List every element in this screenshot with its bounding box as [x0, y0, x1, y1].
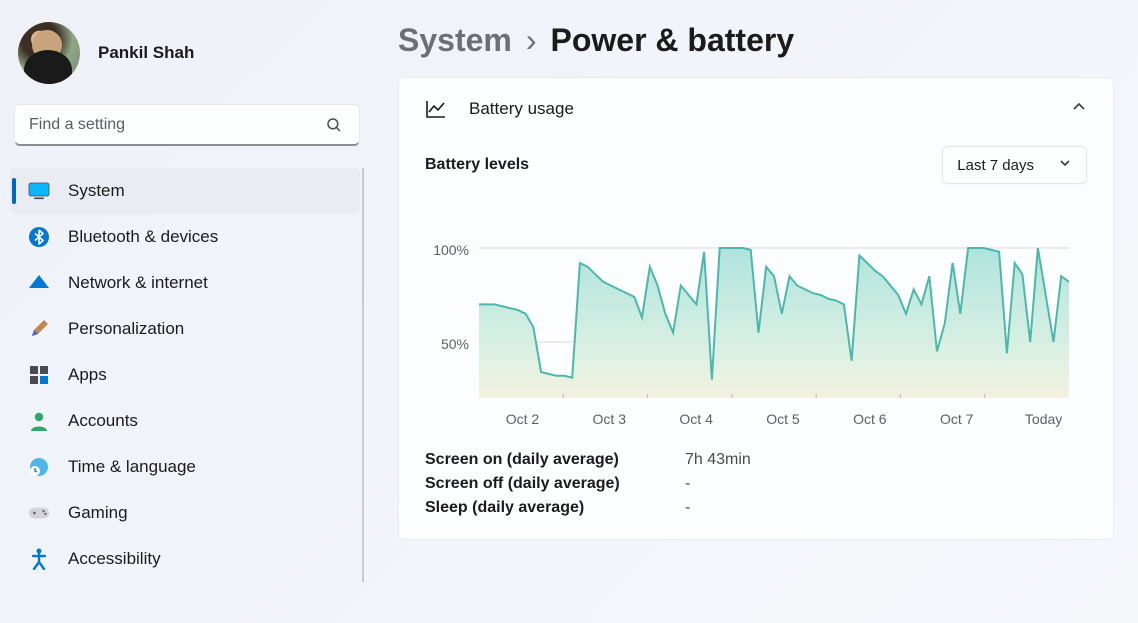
profile-name: Pankil Shah [98, 43, 194, 63]
battery-chart[interactable]: 100% 50% [425, 202, 1087, 403]
bluetooth-icon [28, 226, 50, 248]
x-tick: Oct 4 [653, 411, 740, 427]
line-chart-icon [425, 98, 447, 120]
sidebar-item-personalization[interactable]: Personalization [10, 306, 360, 352]
y-tick: 50% [441, 336, 469, 352]
sidebar-item-label: Gaming [68, 503, 128, 523]
sidebar-item-label: Accounts [68, 411, 138, 431]
x-tick: Oct 5 [740, 411, 827, 427]
sidebar-item-label: Personalization [68, 319, 184, 339]
time-range-select[interactable]: Last 7 days [942, 146, 1087, 184]
chart-plot [479, 202, 1069, 398]
search-icon [323, 114, 345, 136]
search-input[interactable] [29, 116, 323, 134]
sidebar-item-label: Apps [68, 365, 107, 385]
sidebar-item-label: Time & language [68, 457, 196, 477]
system-icon [28, 180, 50, 202]
apps-icon [28, 364, 50, 386]
sidebar-item-label: Bluetooth & devices [68, 227, 218, 247]
card-title: Battery usage [469, 99, 574, 119]
x-tick: Oct 3 [566, 411, 653, 427]
sidebar-item-label: Network & internet [68, 273, 208, 293]
sidebar-item-system[interactable]: System [10, 168, 360, 214]
sidebar-item-label: Accessibility [68, 549, 161, 569]
sidebar-item-label: System [68, 181, 125, 201]
screen-off-value: - [685, 475, 690, 493]
x-tick: Oct 6 [826, 411, 913, 427]
sleep-value: - [685, 499, 690, 517]
sidebar-item-gaming[interactable]: Gaming [10, 490, 360, 536]
breadcrumb-separator: › [526, 22, 537, 59]
accessibility-icon [28, 548, 50, 570]
x-tick: Oct 7 [913, 411, 1000, 427]
sidebar-item-apps[interactable]: Apps [10, 352, 360, 398]
sidebar-item-accounts[interactable]: Accounts [10, 398, 360, 444]
x-axis: Oct 2Oct 3Oct 4Oct 5Oct 6Oct 7Today [479, 411, 1087, 427]
breadcrumb-parent[interactable]: System [398, 22, 512, 59]
sidebar-item-network[interactable]: Network & internet [10, 260, 360, 306]
chevron-up-icon[interactable] [1071, 99, 1087, 120]
battery-usage-card: Battery usage Battery levels Last 7 days… [398, 77, 1114, 540]
page-title: Power & battery [551, 22, 795, 59]
chevron-down-icon [1058, 156, 1072, 174]
paintbrush-icon [28, 318, 50, 340]
person-icon [28, 410, 50, 432]
avatar [18, 22, 80, 84]
breadcrumb: System › Power & battery [398, 22, 1114, 59]
sidebar-item-accessibility[interactable]: Accessibility [10, 536, 360, 582]
range-selected-label: Last 7 days [957, 157, 1034, 174]
card-header[interactable]: Battery usage [399, 78, 1113, 140]
search-box[interactable] [14, 104, 360, 146]
screen-on-value: 7h 43min [685, 451, 751, 469]
wifi-icon [28, 272, 50, 294]
screen-on-label: Screen on (daily average) [425, 451, 665, 469]
screen-off-label: Screen off (daily average) [425, 475, 665, 493]
x-tick: Oct 2 [479, 411, 566, 427]
gamepad-icon [28, 502, 50, 524]
battery-levels-title: Battery levels [425, 156, 529, 174]
globe-clock-icon [28, 456, 50, 478]
x-tick: Today [1000, 411, 1087, 427]
sleep-label: Sleep (daily average) [425, 499, 665, 517]
sidebar-item-bluetooth[interactable]: Bluetooth & devices [10, 214, 360, 260]
user-profile[interactable]: Pankil Shah [10, 12, 364, 104]
sidebar-item-time-language[interactable]: Time & language [10, 444, 360, 490]
y-tick: 100% [433, 242, 469, 258]
